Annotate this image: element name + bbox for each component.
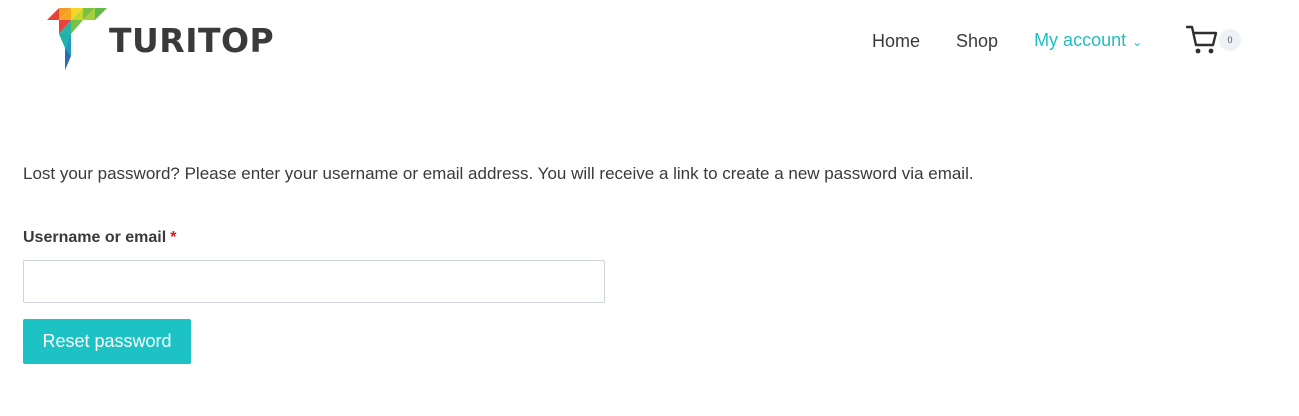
username-or-email-input[interactable]	[23, 260, 605, 303]
reset-password-button[interactable]: Reset password	[23, 319, 191, 364]
nav-item-shop[interactable]: Shop	[956, 27, 998, 55]
lost-password-form: Lost your password? Please enter your us…	[23, 162, 1263, 364]
main-nav: Home Shop My account ⌄	[872, 27, 1170, 55]
turitop-logo-icon	[47, 8, 107, 70]
required-marker: *	[170, 229, 177, 246]
cart-count-badge: 0	[1219, 29, 1241, 51]
field-label-text: Username or email	[23, 229, 167, 246]
nav-item-home[interactable]: Home	[872, 27, 920, 55]
cart-icon	[1185, 25, 1218, 54]
site-header: TURITOP Home Shop My account ⌄ 0	[0, 0, 1299, 84]
username-or-email-label: Username or email *	[23, 229, 176, 247]
cart-button[interactable]: 0	[1185, 23, 1246, 57]
intro-text: Lost your password? Please enter your us…	[23, 164, 974, 183]
nav-item-my-account-label: My account	[1034, 30, 1127, 51]
chevron-down-icon: ⌄	[1132, 34, 1143, 49]
nav-item-my-account[interactable]: My account ⌄	[1034, 26, 1142, 55]
site-logo[interactable]: TURITOP	[45, 8, 274, 72]
logo-wordmark: TURITOP	[109, 21, 275, 60]
